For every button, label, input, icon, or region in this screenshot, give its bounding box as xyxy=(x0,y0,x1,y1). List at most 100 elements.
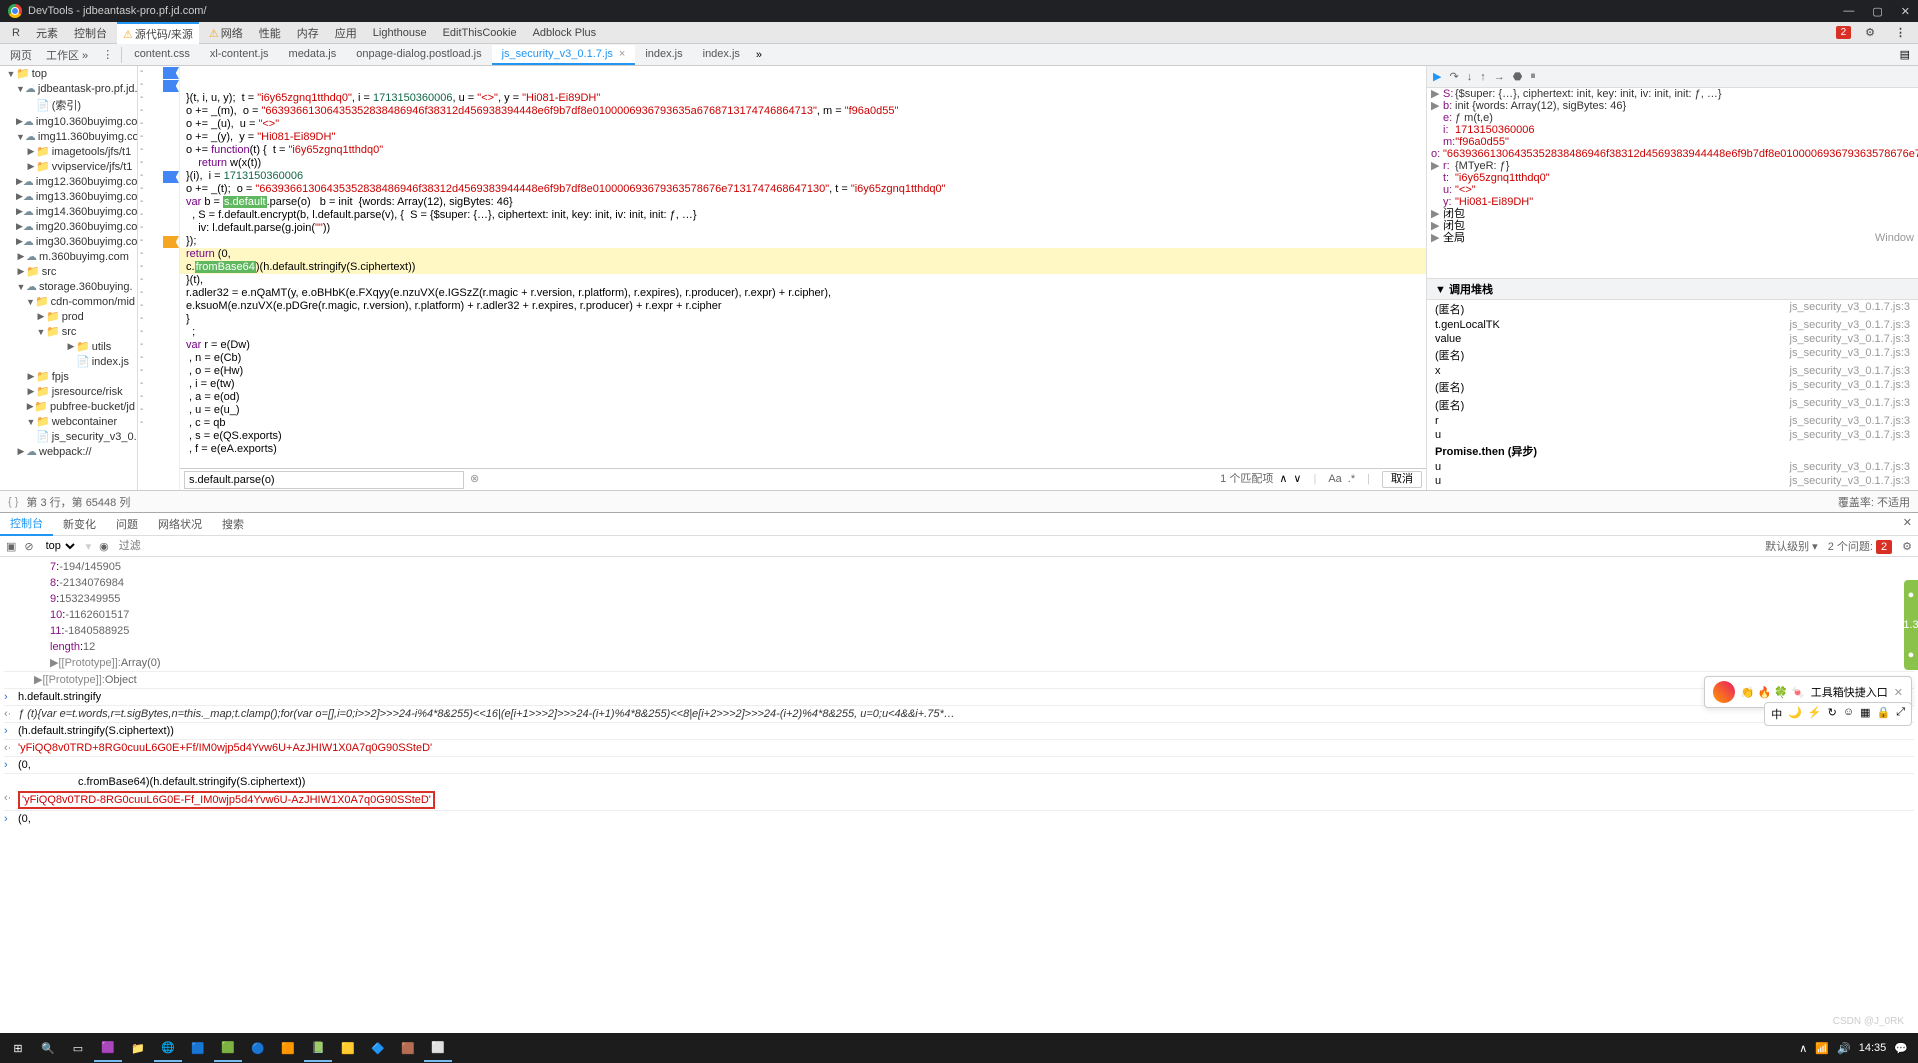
file-tree-sidebar[interactable]: ▼📁top▼☁jdbeantask-pro.pf.jd.📄(索引)▶☁img10… xyxy=(0,66,138,490)
prev-match-icon[interactable]: ∧ xyxy=(1279,473,1287,486)
moon-icon[interactable]: 🌙 xyxy=(1788,706,1802,722)
notification-icon[interactable]: 💬 xyxy=(1894,1042,1908,1055)
maximize-button[interactable]: ▢ xyxy=(1872,5,1882,18)
toolbox-icon[interactable]: 中 xyxy=(1771,706,1782,722)
settings-icon[interactable]: ⚙ xyxy=(1859,24,1881,41)
level-filter[interactable]: 默认级别 ▾ xyxy=(1765,538,1818,554)
menu-tab-2[interactable]: 控制台 xyxy=(68,23,113,43)
tree-item[interactable]: ▼☁jdbeantask-pro.pf.jd. xyxy=(0,81,137,96)
step-icon[interactable]: → xyxy=(1494,71,1505,83)
cancel-button[interactable]: 取消 xyxy=(1382,471,1422,488)
windows-taskbar[interactable]: ⊞ 🔍 ▭ 🟪 📁 🌐 🟦 🟩 🔵 🟧 📗 🟨 🔷 🟫 ⬜ ∧ 📶 🔊 14:3… xyxy=(0,1033,1918,1063)
system-tray[interactable]: ∧ 📶 🔊 14:35 💬 xyxy=(1799,1042,1914,1055)
tree-item[interactable]: ▶☁m.360buyimg.com xyxy=(0,249,137,264)
app-icon-3[interactable]: 🟩 xyxy=(214,1034,242,1062)
pretty-print-icon[interactable]: { } xyxy=(8,496,18,508)
tree-item[interactable]: ▶☁webpack:// xyxy=(0,444,137,459)
tree-item[interactable]: ▼📁top xyxy=(0,66,137,81)
breakpoint-marker[interactable] xyxy=(163,236,179,248)
close-button[interactable]: ✕ xyxy=(1901,5,1910,18)
eye-icon[interactable]: ◉ xyxy=(99,540,109,553)
sidebar-toggle-icon[interactable]: ▣ xyxy=(6,540,16,553)
stack-frame[interactable]: rjs_security_v3_0.1.7.js:3 xyxy=(1427,414,1918,428)
file-tab[interactable]: index.js xyxy=(635,45,692,65)
stack-frame[interactable]: (匿名)js_security_v3_0.1.7.js:3 xyxy=(1427,300,1918,318)
expand-icon[interactable]: ⤢ xyxy=(1896,706,1905,722)
menu-tab-1[interactable]: 元素 xyxy=(30,23,64,43)
tree-item[interactable]: ▶☁img13.360buyimg.co xyxy=(0,189,137,204)
minimize-button[interactable]: — xyxy=(1843,5,1854,18)
stack-frame[interactable]: (匿名)js_security_v3_0.1.7.js:3 xyxy=(1427,396,1918,414)
console-tab[interactable]: 新变化 xyxy=(53,513,106,535)
start-icon[interactable]: ⊞ xyxy=(4,1034,32,1062)
app-icon-7[interactable]: 🟨 xyxy=(334,1034,362,1062)
issues-label[interactable]: 2 个问题: 2 xyxy=(1828,538,1892,554)
global-row[interactable]: ▶全局Window xyxy=(1427,232,1918,244)
stack-frame[interactable]: (匿名)js_security_v3_0.1.7.js:3 xyxy=(1427,488,1918,490)
breakpoint-marker[interactable] xyxy=(163,171,179,183)
file-tab[interactable]: index.js xyxy=(693,45,750,65)
tree-item[interactable]: ▶📁prod xyxy=(0,309,137,324)
side-widget[interactable]: ●1.3● xyxy=(1904,580,1918,670)
lock-icon[interactable]: 🔒 xyxy=(1876,706,1890,722)
tree-item[interactable]: ▶📁pubfree-bucket/jd xyxy=(0,399,137,414)
menu-tab-7[interactable]: 应用 xyxy=(329,23,363,43)
menu-tab-0[interactable]: R xyxy=(6,25,26,41)
tree-item[interactable]: ▼📁cdn-common/mid xyxy=(0,294,137,309)
more-tabs-icon[interactable]: ⋮ xyxy=(96,46,119,63)
stack-frame[interactable]: (匿名)js_security_v3_0.1.7.js:3 xyxy=(1427,378,1918,396)
resume-icon[interactable]: ▶ xyxy=(1433,70,1441,83)
page-tab[interactable]: 网页 xyxy=(4,45,38,65)
menu-tab-10[interactable]: Adblock Plus xyxy=(527,25,603,41)
reader-icon[interactable]: ▤ xyxy=(1900,48,1910,61)
stack-frame[interactable]: Promise.then (异步) xyxy=(1427,442,1918,460)
tree-item[interactable]: ▶📁jsresource/risk xyxy=(0,384,137,399)
closure-row[interactable]: ▶闭包 xyxy=(1427,220,1918,232)
lightning-icon[interactable]: ⚡ xyxy=(1808,706,1822,722)
clear-console-icon[interactable]: ⊘ xyxy=(24,540,33,553)
search-icon[interactable]: 🔍 xyxy=(34,1034,62,1062)
scope-variable[interactable]: u: "<>" xyxy=(1427,184,1918,196)
console-tab[interactable]: 控制台 xyxy=(0,512,53,536)
app-icon-2[interactable]: 🟦 xyxy=(184,1034,212,1062)
menu-tab-6[interactable]: 内存 xyxy=(291,23,325,43)
app-icon-6[interactable]: 📗 xyxy=(304,1034,332,1062)
search-input[interactable] xyxy=(184,471,464,489)
tree-item[interactable]: ▶📁src xyxy=(0,264,137,279)
tree-item[interactable]: ▶☁img30.360buyimg.co xyxy=(0,234,137,249)
console-tab[interactable]: 网络状况 xyxy=(148,513,212,535)
stack-frame[interactable]: ujs_security_v3_0.1.7.js:3 xyxy=(1427,428,1918,442)
console-tab[interactable]: 搜索 xyxy=(212,513,254,535)
menu-tab-9[interactable]: EditThisCookie xyxy=(437,25,523,41)
tree-item[interactable]: ▶📁utils xyxy=(0,339,137,354)
scope-variable[interactable]: t: "i6y65zgnq1tthdq0" xyxy=(1427,172,1918,184)
console-tab[interactable]: 问题 xyxy=(106,513,148,535)
file-tab[interactable]: onpage-dialog.postload.js xyxy=(346,45,491,65)
scope-variable[interactable]: e: ƒ m(t,e) xyxy=(1427,112,1918,124)
file-tab[interactable]: xl-content.js xyxy=(200,45,279,65)
app-icon-9[interactable]: 🟫 xyxy=(394,1034,422,1062)
clock[interactable]: 14:35 xyxy=(1859,1042,1887,1054)
grid-icon[interactable]: ▦ xyxy=(1860,706,1870,722)
scope-variable[interactable]: y: "Hi081-Ei89DH" xyxy=(1427,196,1918,208)
deactivate-breakpoints-icon[interactable]: ⬣ xyxy=(1513,70,1523,83)
menu-tab-8[interactable]: Lighthouse xyxy=(367,25,433,41)
stack-frame[interactable]: xjs_security_v3_0.1.7.js:3 xyxy=(1427,364,1918,378)
scope-variable[interactable]: o: "66393661306435352838486946f38312d456… xyxy=(1427,148,1918,160)
refresh-icon[interactable]: ↻ xyxy=(1828,706,1837,722)
step-over-icon[interactable]: ↷ xyxy=(1449,70,1458,83)
tree-item[interactable]: ▶☁img14.360buyimg.co xyxy=(0,204,137,219)
workspace-tab[interactable]: 工作区 » xyxy=(40,45,94,65)
overflow-icon[interactable]: » xyxy=(750,47,768,63)
callstack-header[interactable]: ▼ 调用堆栈 xyxy=(1427,278,1918,300)
tree-item[interactable]: ▼📁webcontainer xyxy=(0,414,137,429)
stack-frame[interactable]: ujs_security_v3_0.1.7.js:3 xyxy=(1427,460,1918,474)
file-tab[interactable]: content.css xyxy=(124,45,200,65)
step-out-icon[interactable]: ↑ xyxy=(1480,71,1486,83)
tray-icon[interactable]: ∧ xyxy=(1799,1042,1807,1055)
app-icon-5[interactable]: 🟧 xyxy=(274,1034,302,1062)
volume-icon[interactable]: 🔊 xyxy=(1837,1042,1851,1055)
wifi-icon[interactable]: 📶 xyxy=(1815,1042,1829,1055)
tree-item[interactable]: ▶📁vvipservice/jfs/t1 xyxy=(0,159,137,174)
menu-tab-5[interactable]: 性能 xyxy=(253,23,287,43)
